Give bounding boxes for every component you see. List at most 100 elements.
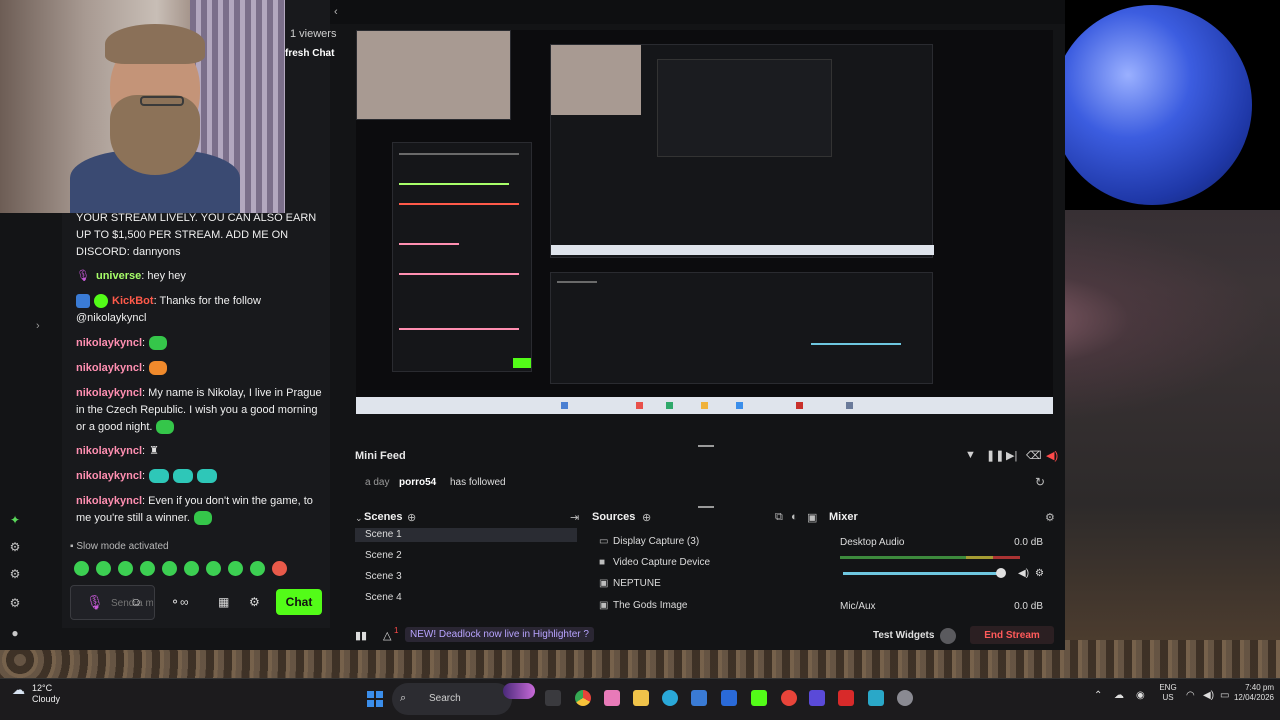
- chevron-up-icon[interactable]: ⌃: [1094, 690, 1102, 701]
- infinity-icon[interactable]: ⚬∞: [170, 595, 189, 609]
- scene-item[interactable]: Scene 2: [355, 547, 577, 565]
- chat-message-text: : hey hey: [141, 270, 186, 282]
- window-titlebar: [330, 0, 1065, 24]
- emote-button[interactable]: [74, 561, 89, 576]
- source-item[interactable]: ■ Video Capture Device: [593, 554, 815, 572]
- source-group-icon[interactable]: ⧉: [775, 511, 783, 524]
- volume-fader-knob[interactable]: [996, 568, 1006, 578]
- emote-button[interactable]: [118, 561, 133, 576]
- language-indicator[interactable]: ENG US: [1156, 683, 1180, 703]
- wifi-icon[interactable]: ◠: [1186, 690, 1195, 701]
- cloud-sync-icon[interactable]: ☁: [1114, 690, 1124, 701]
- filter-icon[interactable]: ▼: [965, 449, 976, 461]
- mixer-settings-icon[interactable]: ⚙: [1045, 511, 1055, 524]
- add-source-icon[interactable]: ⊕: [642, 511, 651, 524]
- source-preview-icon[interactable]: ▣: [807, 511, 817, 524]
- scene-item[interactable]: Scene 4: [355, 589, 577, 607]
- cat-emote-icon: [149, 361, 168, 376]
- acrobat-icon[interactable]: [838, 690, 854, 706]
- store-icon[interactable]: [721, 690, 737, 706]
- kick-icon[interactable]: ✦: [8, 513, 22, 527]
- source-filter-icon[interactable]: ◐: [791, 511, 798, 523]
- emote-button[interactable]: [184, 561, 199, 576]
- clock[interactable]: 7:40 pm 12/04/2026: [1226, 683, 1274, 703]
- repeat-alert-icon[interactable]: ↻: [1035, 475, 1045, 489]
- profile-icon[interactable]: ●: [8, 626, 22, 640]
- send-chat-button[interactable]: Chat: [276, 589, 322, 615]
- chrome-icon[interactable]: [575, 690, 591, 706]
- outlook-icon[interactable]: [691, 690, 707, 706]
- chat-username[interactable]: nikolaykyncl: [76, 387, 142, 399]
- volume-fader[interactable]: [843, 572, 1003, 575]
- network-icon[interactable]: ◉: [1136, 690, 1145, 701]
- chat-username[interactable]: universe: [96, 270, 141, 282]
- source-item[interactable]: ▣ The Gods Image: [593, 597, 815, 615]
- widget-icon[interactable]: ⚙: [8, 567, 22, 581]
- channel-settings-icon[interactable]: ⚙: [1035, 568, 1044, 579]
- task-view-icon[interactable]: [545, 690, 561, 706]
- neptune-overlay: [1030, 0, 1280, 210]
- highlighter-banner[interactable]: NEW! Deadlock now live in Highlighter ?: [405, 627, 594, 642]
- mic-icon[interactable]: 🎙: [86, 594, 104, 611]
- feed-username[interactable]: porro54: [399, 477, 436, 488]
- refresh-chat-button[interactable]: fresh Chat: [285, 48, 334, 59]
- collapse-dock-icon[interactable]: ⇥: [570, 511, 579, 524]
- emote-button[interactable]: [228, 561, 243, 576]
- resize-handle[interactable]: [698, 506, 714, 508]
- emote-button[interactable]: [250, 561, 265, 576]
- app-icon[interactable]: [809, 690, 825, 706]
- chat-username[interactable]: KickBot: [112, 295, 154, 307]
- emote-quick-bar: [74, 561, 302, 577]
- stream-preview[interactable]: [356, 30, 1053, 414]
- emoji-picker-icon[interactable]: ☺: [130, 595, 142, 609]
- chevron-left-icon[interactable]: ‹: [334, 6, 338, 18]
- speaker-icon[interactable]: ◀): [1018, 568, 1029, 579]
- preview-app-icon: [701, 402, 708, 409]
- skip-icon[interactable]: ▶|: [1006, 449, 1017, 462]
- file-explorer-icon[interactable]: [633, 690, 649, 706]
- settings-app-icon[interactable]: [897, 690, 913, 706]
- chat-username[interactable]: nikolaykyncl: [76, 445, 142, 457]
- source-item[interactable]: ▭ Display Capture (3): [593, 533, 815, 551]
- chat-message: KickBot: Thanks for the follow @nikolayk…: [76, 293, 326, 327]
- add-scene-icon[interactable]: ⊕: [407, 511, 416, 524]
- scene-item[interactable]: Scene 1: [355, 528, 577, 542]
- photos-icon[interactable]: [604, 690, 620, 706]
- mute-alerts-icon[interactable]: ◀): [1046, 449, 1058, 462]
- emote-button[interactable]: [96, 561, 111, 576]
- preview-chat-line: [399, 328, 519, 330]
- settings-icon[interactable]: ⚙: [8, 596, 22, 610]
- end-stream-button[interactable]: End Stream: [970, 626, 1054, 644]
- edge-icon[interactable]: [662, 690, 678, 706]
- taskbar-search[interactable]: ⌕ Search: [392, 683, 512, 715]
- chat-username[interactable]: nikolaykyncl: [76, 362, 142, 374]
- emote-button[interactable]: [206, 561, 221, 576]
- chat-username[interactable]: nikolaykyncl: [76, 337, 142, 349]
- source-item[interactable]: ▣ NEPTUNE: [593, 575, 815, 593]
- chat-username[interactable]: nikolaykyncl: [76, 470, 142, 482]
- remote-desktop-icon[interactable]: [868, 690, 884, 706]
- chat-username[interactable]: nikolaykyncl: [76, 495, 142, 507]
- record-button[interactable]: [940, 628, 956, 644]
- emote-button[interactable]: [272, 561, 287, 576]
- streamlabs-icon[interactable]: [751, 690, 767, 706]
- opera-icon[interactable]: [781, 690, 797, 706]
- emote-button[interactable]: [140, 561, 155, 576]
- resize-handle[interactable]: [698, 445, 714, 447]
- stats-icon[interactable]: ▮▮: [355, 629, 367, 642]
- cloud-icon: ☁: [12, 682, 25, 697]
- volume-icon[interactable]: ◀): [1203, 690, 1214, 701]
- source-label: Display Capture (3): [613, 536, 700, 547]
- clear-icon[interactable]: ⌫: [1026, 449, 1042, 462]
- test-widgets-button[interactable]: Test Widgets: [873, 630, 934, 641]
- alert-icon[interactable]: △: [383, 629, 391, 642]
- pause-icon[interactable]: ❚❚: [986, 449, 1004, 462]
- windows-start-icon[interactable]: [367, 691, 383, 707]
- gift-icon[interactable]: ▦: [218, 595, 229, 609]
- chat-settings-icon[interactable]: ⚙: [249, 595, 260, 609]
- scene-item[interactable]: Scene 3: [355, 568, 577, 586]
- emote-button[interactable]: [162, 561, 177, 576]
- chevron-down-icon[interactable]: ⌄: [355, 513, 363, 524]
- chevron-right-icon[interactable]: ›: [36, 320, 40, 332]
- plug-icon[interactable]: ⚙: [8, 540, 22, 554]
